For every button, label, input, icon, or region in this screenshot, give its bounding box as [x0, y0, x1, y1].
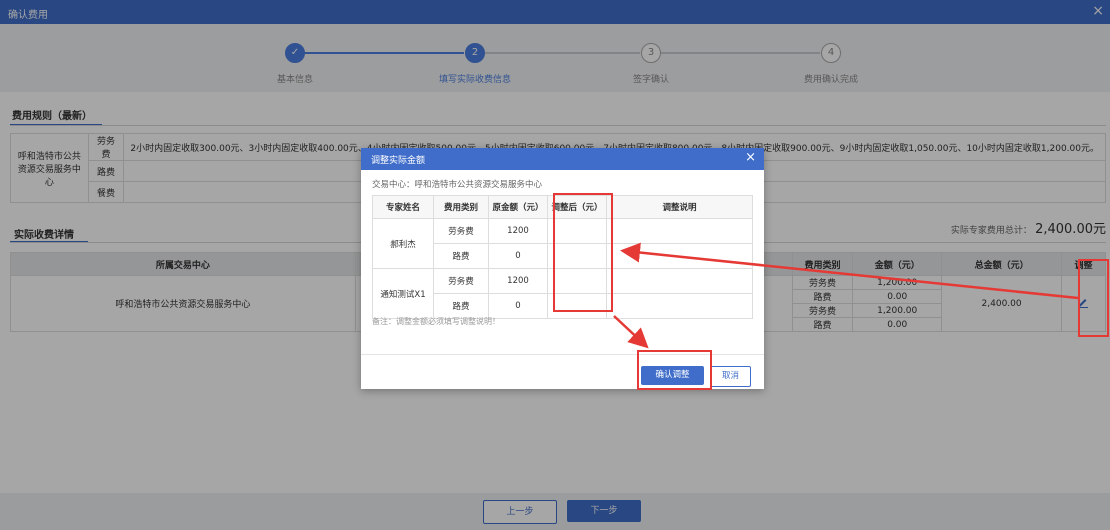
arrow-to-confirm-button — [613, 315, 649, 349]
annotation-arrows — [613, 242, 1079, 349]
arrow-to-adjusted-column — [620, 242, 1079, 300]
